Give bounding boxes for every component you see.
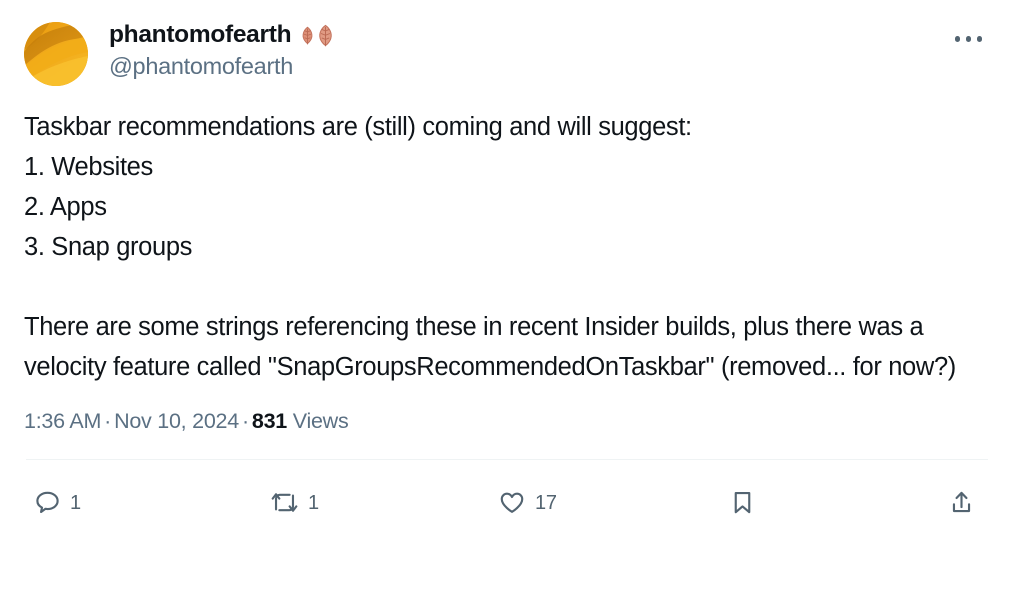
- tweet-date: Nov 10, 2024: [114, 409, 239, 433]
- divider: [26, 458, 988, 460]
- action-bar: 1 1 17: [0, 480, 1014, 526]
- like-button[interactable]: 17: [498, 489, 730, 516]
- tweet-time: 1:36 AM: [24, 409, 102, 433]
- tweet-card: phantomofearth @phantomofearth Taskbar r…: [0, 0, 1014, 604]
- meta-separator: ·: [104, 409, 112, 433]
- dot: [954, 36, 960, 42]
- author-identity: phantomofearth @phantomofearth: [109, 22, 335, 78]
- bookmark-button[interactable]: [730, 489, 946, 516]
- heart-icon: [498, 489, 526, 516]
- bookmark-icon: [730, 489, 755, 516]
- display-name: phantomofearth: [109, 21, 292, 48]
- reply-icon: [34, 489, 61, 516]
- share-button[interactable]: [948, 489, 984, 516]
- fallen-leaf-emoji: [300, 24, 335, 47]
- tweet-text: Taskbar recommendations are (still) comi…: [24, 113, 956, 381]
- like-count: 17: [535, 491, 557, 514]
- retweet-icon: [270, 489, 299, 516]
- views-count: 831: [251, 409, 288, 433]
- more-options-icon[interactable]: [949, 30, 989, 48]
- tweet-meta: 1:36 AM · Nov 10, 2024 · 831 Views: [0, 409, 1014, 433]
- author-name-row[interactable]: phantomofearth: [109, 21, 335, 48]
- retweet-count: 1: [308, 491, 319, 514]
- views-label: Views: [292, 409, 349, 433]
- tweet-header: phantomofearth @phantomofearth: [0, 0, 1014, 86]
- reply-button[interactable]: 1: [34, 489, 270, 516]
- meta-separator: ·: [241, 409, 249, 433]
- share-icon: [948, 489, 975, 516]
- dot: [965, 36, 971, 42]
- reply-count: 1: [70, 491, 81, 514]
- retweet-button[interactable]: 1: [270, 489, 498, 516]
- avatar[interactable]: [24, 22, 88, 86]
- dot: [976, 36, 982, 42]
- author-handle[interactable]: @phantomofearth: [109, 54, 335, 79]
